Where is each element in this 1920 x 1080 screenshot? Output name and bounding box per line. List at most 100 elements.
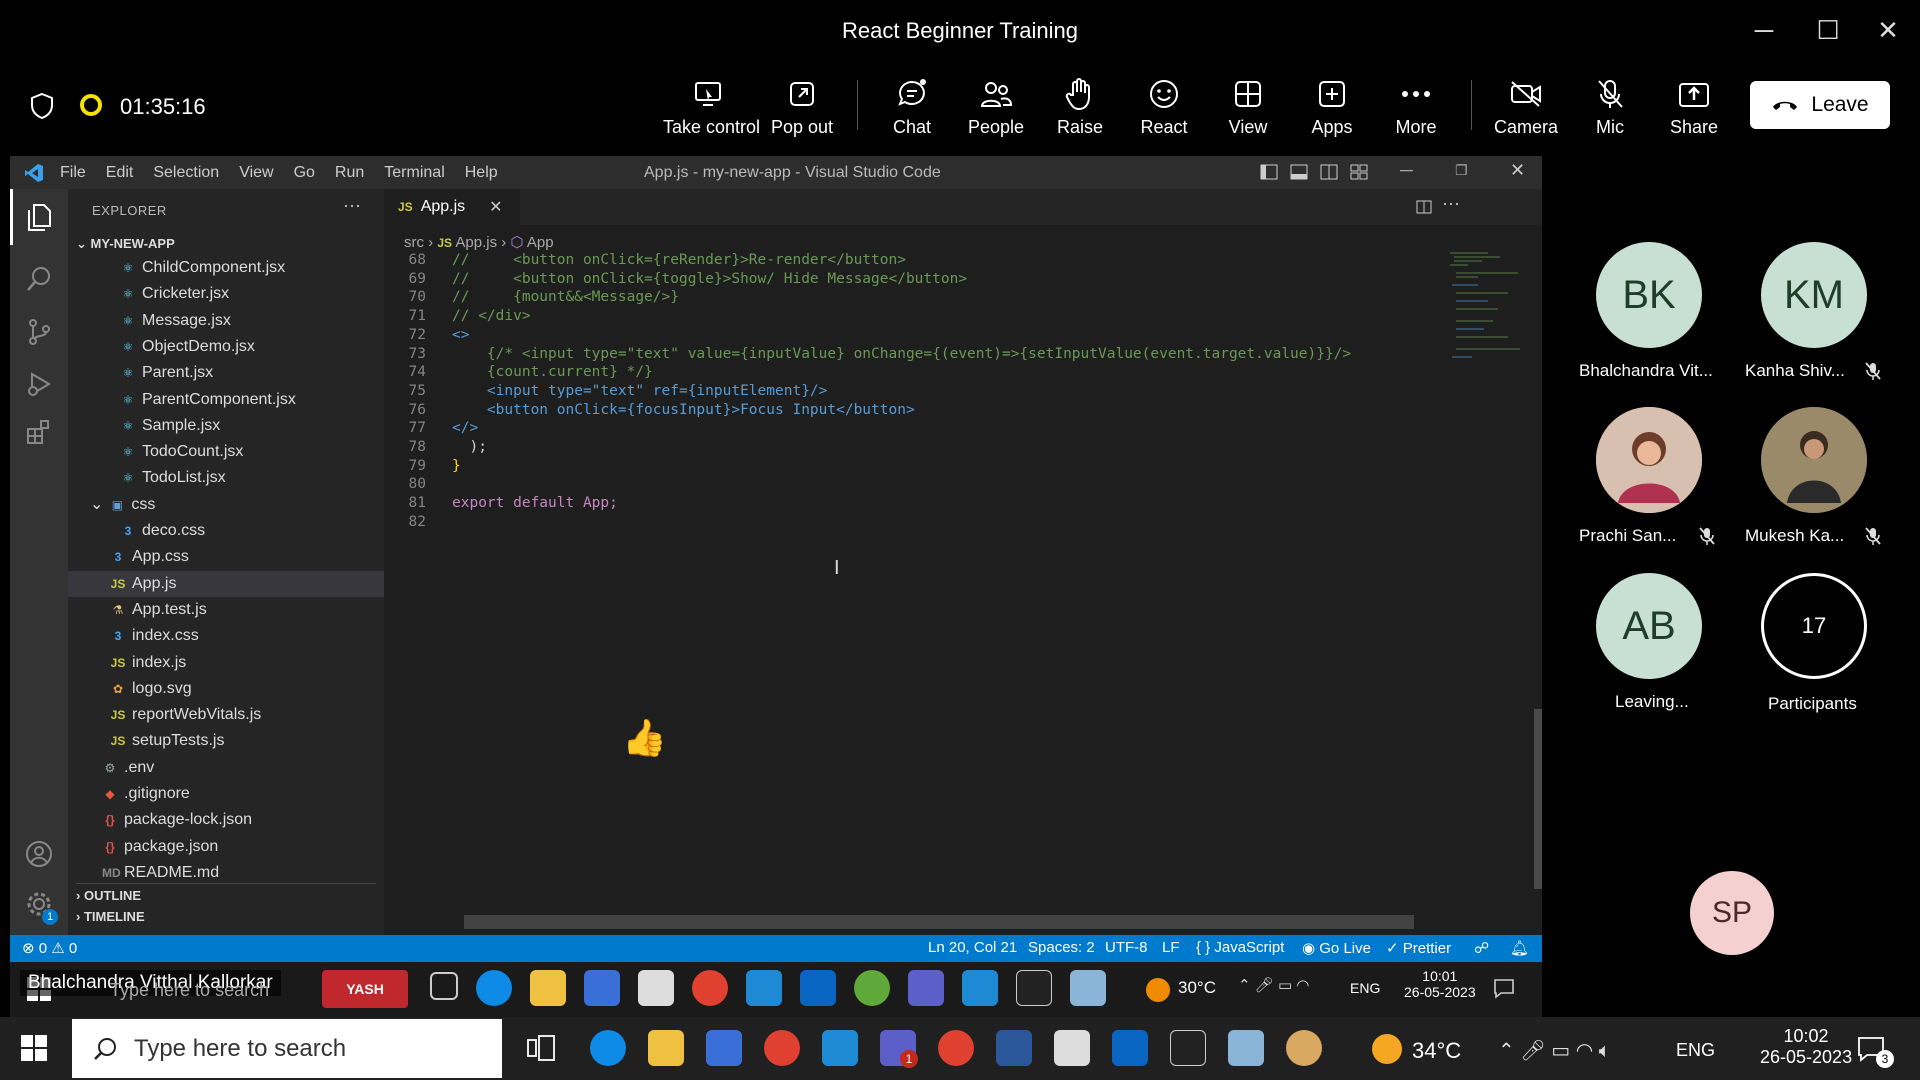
chrome-taskbar-icon[interactable] xyxy=(938,1030,974,1066)
weather-temp[interactable]: 34°C xyxy=(1412,1038,1461,1064)
tree-file[interactable]: ⚛ TodoCount.jsx xyxy=(68,439,244,465)
split-editor-icon[interactable] xyxy=(1416,199,1432,215)
chat-button[interactable]: Chat xyxy=(867,75,957,145)
tree-file[interactable]: ⚙ .env xyxy=(68,755,155,781)
system-clock[interactable]: 10:02 26-05-2023 xyxy=(1760,1026,1852,1068)
share-button[interactable]: Share xyxy=(1649,75,1739,145)
tree-file[interactable]: ⚛ TodoList.jsx xyxy=(68,465,226,491)
menu-view[interactable]: View xyxy=(239,164,273,182)
tree-file[interactable]: 3 App.css xyxy=(68,544,189,570)
explorer-icon[interactable] xyxy=(24,202,54,232)
chrome-icon[interactable] xyxy=(692,970,728,1006)
pop-out-button[interactable]: Pop out xyxy=(757,75,847,145)
inner-tray-icons[interactable]: ⌃ 🎤︎ ▭ ◠ xyxy=(1238,976,1309,994)
menu-selection[interactable]: Selection xyxy=(153,164,219,182)
tree-file[interactable]: ⚗ App.test.js xyxy=(68,597,207,623)
tree-file[interactable]: ⚛ Parent.jsx xyxy=(68,360,214,386)
end-of-line[interactable]: LF xyxy=(1162,939,1180,956)
tree-folder[interactable]: ⌄ ▣ css xyxy=(68,492,155,518)
edge-icon[interactable] xyxy=(476,970,512,1006)
maximize-button[interactable]: ☐ xyxy=(1808,12,1848,48)
vscode-minimize-button[interactable]: ─ xyxy=(1400,160,1413,181)
tree-file[interactable]: JS index.js xyxy=(68,650,187,676)
tree-file[interactable]: MD README.md xyxy=(68,860,219,886)
prettier-status[interactable]: ✓ Prettier xyxy=(1386,939,1451,957)
inner-clock[interactable]: 10:01 26-05-2023 xyxy=(1404,968,1476,1000)
tree-file[interactable]: ⚛ Sample.jsx xyxy=(68,413,221,439)
tree-file[interactable]: 3 index.css xyxy=(68,623,199,649)
language-mode[interactable]: { } JavaScript xyxy=(1196,939,1284,956)
outlook-icon[interactable] xyxy=(800,970,836,1006)
taskbar-search-box[interactable]: Type here to search xyxy=(72,1019,502,1078)
photos-taskbar-icon[interactable] xyxy=(1054,1030,1090,1066)
file-explorer-taskbar-icon[interactable] xyxy=(648,1030,684,1066)
inner-language[interactable]: ENG xyxy=(1350,980,1380,996)
tree-file[interactable]: ⚛ ParentComponent.jsx xyxy=(68,387,296,413)
feedback-icon[interactable]: ☍ xyxy=(1474,939,1489,957)
tray-icons[interactable]: ⌃ 🎤︎ ▭ ◠ 🔈︎ xyxy=(1498,1038,1611,1063)
go-live-button[interactable]: ◉ Go Live xyxy=(1302,939,1371,957)
tree-file[interactable]: JS reportWebVitals.js xyxy=(68,702,262,728)
search-icon[interactable] xyxy=(24,264,54,294)
raise-hand-button[interactable]: Raise xyxy=(1035,75,1125,145)
encoding[interactable]: UTF-8 xyxy=(1105,939,1148,956)
tree-file[interactable]: JS setupTests.js xyxy=(68,728,225,754)
outline-section[interactable]: › OUTLINE xyxy=(76,883,376,903)
menu-run[interactable]: Run xyxy=(335,164,364,182)
tree-file[interactable]: {} package-lock.json xyxy=(68,807,252,833)
vscode-taskbar-icon[interactable] xyxy=(822,1030,858,1066)
store-taskbar-icon[interactable] xyxy=(706,1030,742,1066)
word-taskbar-icon[interactable] xyxy=(996,1030,1032,1066)
language-indicator[interactable]: ENG xyxy=(1676,1040,1715,1061)
notepad-taskbar-icon[interactable] xyxy=(1228,1030,1264,1066)
explorer-more-actions[interactable]: ··· xyxy=(343,195,361,216)
terminal-icon[interactable] xyxy=(1016,970,1052,1006)
toggle-secondary-sidebar-icon[interactable] xyxy=(1320,164,1338,180)
spring-icon[interactable] xyxy=(854,970,890,1006)
teams-icon[interactable] xyxy=(908,970,944,1006)
mail-icon[interactable] xyxy=(638,970,674,1006)
close-button[interactable]: ✕ xyxy=(1868,12,1908,48)
accounts-icon[interactable] xyxy=(24,839,54,869)
toggle-sidebar-icon[interactable] xyxy=(1260,164,1278,180)
timeline-section[interactable]: › TIMELINE xyxy=(76,905,376,924)
participant-avatar-photo[interactable] xyxy=(1761,407,1867,513)
menu-file[interactable]: File xyxy=(60,164,86,182)
tree-file[interactable]: JS App.js xyxy=(68,570,384,597)
indentation[interactable]: Spaces: 2 xyxy=(1028,939,1095,956)
file-explorer-icon[interactable] xyxy=(530,970,566,1006)
tree-file[interactable]: ⚛ ChildComponent.jsx xyxy=(68,255,286,281)
notepad-icon[interactable] xyxy=(1070,970,1106,1006)
participant-avatar-photo[interactable] xyxy=(1596,407,1702,513)
vscode-close-button[interactable]: ✕ xyxy=(1510,160,1525,181)
tree-file[interactable]: ◆ .gitignore xyxy=(68,781,189,807)
tab-close-icon[interactable]: ✕ xyxy=(489,197,502,217)
tree-file[interactable]: 3 deco.css xyxy=(68,518,205,544)
minimize-button[interactable]: ─ xyxy=(1744,12,1784,48)
toggle-panel-icon[interactable] xyxy=(1290,164,1308,180)
root-folder[interactable]: ⌄ MY-NEW-APP xyxy=(76,236,175,252)
customize-layout-icon[interactable] xyxy=(1350,164,1368,180)
task-view-icon[interactable] xyxy=(430,972,458,1000)
menu-edit[interactable]: Edit xyxy=(106,164,134,182)
tree-file[interactable]: ⚛ Cricketer.jsx xyxy=(68,281,230,307)
notifications-bell-icon[interactable]: 🔔︎ xyxy=(1510,939,1529,957)
outlook-taskbar-icon[interactable] xyxy=(1112,1030,1148,1066)
participant-avatar-ab[interactable]: AB xyxy=(1596,573,1702,679)
participant-avatar-bk[interactable]: BK xyxy=(1596,242,1702,348)
horizontal-scrollbar[interactable] xyxy=(464,915,1414,929)
windows-start-icon[interactable] xyxy=(20,1034,48,1062)
menu-go[interactable]: Go xyxy=(294,164,315,182)
view-button[interactable]: View xyxy=(1203,75,1293,145)
inner-notification-icon[interactable] xyxy=(1492,976,1516,1000)
apps-button[interactable]: Apps xyxy=(1287,75,1377,145)
tree-file[interactable]: ✿ logo.svg xyxy=(68,676,192,702)
self-avatar-sp[interactable]: SP xyxy=(1690,871,1774,955)
vscode-restore-button[interactable]: ❐ xyxy=(1455,162,1468,179)
inner-search-box[interactable]: Type here to search xyxy=(110,980,269,1001)
terminal-taskbar-icon[interactable] xyxy=(1170,1030,1206,1066)
more-button[interactable]: More xyxy=(1371,75,1461,145)
participant-avatar-km[interactable]: KM xyxy=(1761,242,1867,348)
store-icon[interactable] xyxy=(584,970,620,1006)
take-control-button[interactable]: Take control xyxy=(663,75,760,145)
